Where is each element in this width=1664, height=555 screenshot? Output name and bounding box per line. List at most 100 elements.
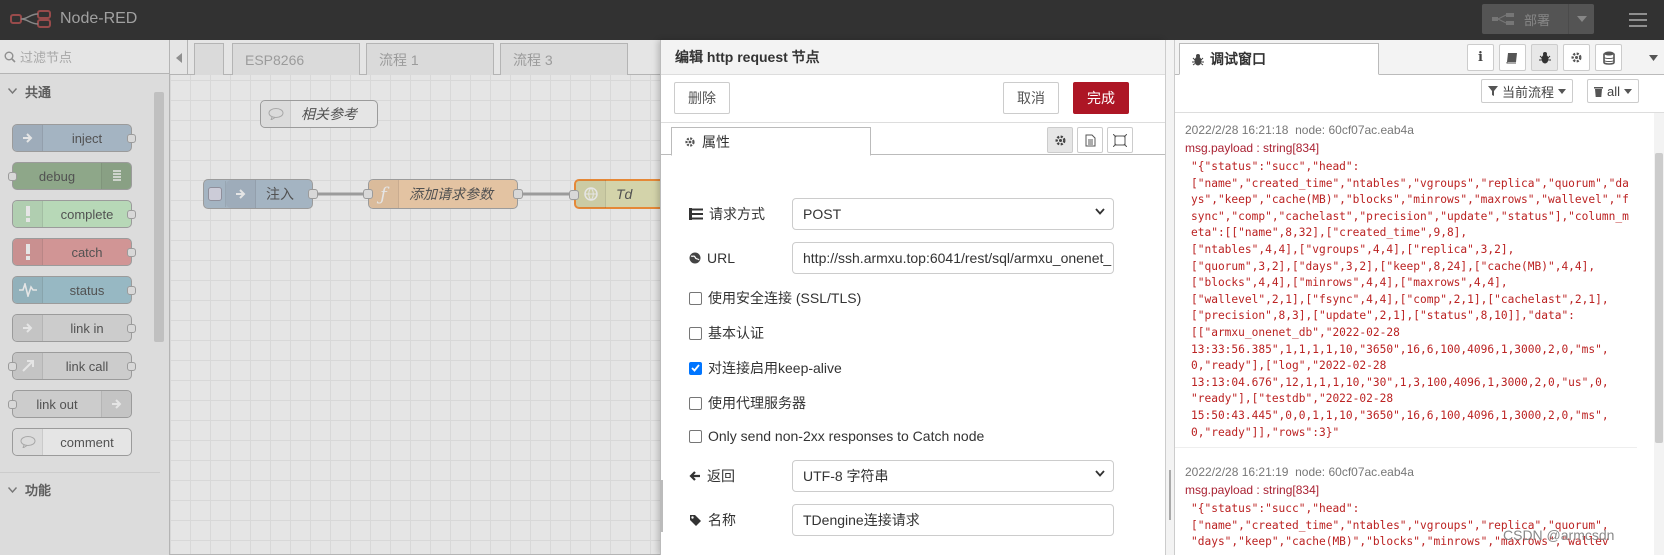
tray-resize-handle[interactable] [661,480,665,532]
cancel-button[interactable]: 取消 [1003,82,1059,114]
info-icon[interactable]: i [1467,44,1494,71]
name-input[interactable]: TDengine连接请求 [792,504,1114,536]
deploy-button[interactable]: 部署 [1482,4,1594,34]
book-icon[interactable] [1499,44,1526,71]
tls-row[interactable]: 使用安全连接 (SSL/TLS) [689,288,861,308]
return-label: 返回 [707,468,735,484]
clear-button[interactable]: all [1587,79,1640,103]
sidebar-menu-caret-icon[interactable] [1643,44,1663,71]
chevron-down-icon [8,486,17,493]
chevron-down-icon [1095,208,1105,215]
description-tab-icon[interactable] [1077,127,1103,153]
palette-category-common[interactable]: 共通 [0,74,169,108]
method-label: 请求方式 [709,206,765,222]
node-palette: 过滤节点 共通 inject debug complete catch stat… [0,40,170,555]
main-menu-icon[interactable] [1618,4,1658,36]
settings-tab-icon[interactable] [1047,127,1073,153]
proxy-checkbox[interactable] [689,396,702,410]
tag-icon [690,514,701,526]
palette-node-link-in[interactable]: link in [12,314,136,342]
palette-node-label: status [69,282,105,298]
non2xx-checkbox[interactable] [689,429,702,443]
filter-icon [1488,86,1498,96]
list-icon [101,163,131,189]
palette-node-link-call[interactable]: link call [8,352,136,380]
exclamation-icon [13,201,43,227]
palette-scrollbar[interactable] [154,92,164,342]
done-button[interactable]: 完成 [1073,82,1129,114]
watermark: CSDN @armcsdn [1503,527,1615,543]
debug-message[interactable]: 2022/2/28 16:21:18 node: 60cf07ac.eab4a … [1175,115,1637,449]
delete-button[interactable]: 删除 [674,82,730,114]
globe-icon [576,180,606,208]
debug-sidebar: 调试窗口 i 当前流程 all 2022/2/28 16:21:18 node:… [1175,40,1664,555]
debug-icon[interactable] [1531,44,1558,71]
keepalive-label: 对连接启用keep-alive [708,360,842,376]
palette-category-label: 功能 [25,483,52,498]
palette-node-status[interactable]: status [12,276,136,304]
filter-button[interactable]: 当前流程 [1481,79,1574,103]
check-icon [691,364,700,372]
palette-node-comment[interactable]: comment [12,428,132,456]
workspace-node-http-request[interactable]: Td [569,179,660,209]
deploy-label: 部署 [1524,12,1551,28]
chevron-down-icon [1095,470,1105,477]
url-label: URL [707,250,736,266]
filter-label: 当前流程 [1502,84,1555,100]
palette-category-function[interactable]: 功能 [0,472,160,506]
deploy-icon [1482,4,1524,34]
palette-node-catch[interactable]: catch [12,238,136,266]
appearance-tab-icon[interactable] [1107,127,1133,153]
workspace-node-comment[interactable]: 相关参考 [260,100,378,128]
palette-node-inject[interactable]: inject [12,124,136,152]
database-icon[interactable] [1595,44,1622,71]
flow-workspace[interactable]: ESP8266 流程 1 流程 3 相关参考 注入 ƒ 添加请求参数 Td [170,40,660,555]
palette-node-label: comment [60,434,114,450]
workspace-node-label: 添加请求参数 [409,186,493,202]
method-select[interactable]: POST [792,198,1114,230]
sidebar-splitter[interactable] [1165,40,1175,555]
tls-label: 使用安全连接 (SSL/TLS) [708,290,862,306]
link-call-icon [13,353,43,379]
workspace-node-inject[interactable]: 注入 [203,179,318,209]
palette-node-debug[interactable]: debug [8,162,132,190]
header: Node-RED 部署 [0,0,1664,40]
debug-scrollbar[interactable] [1654,113,1664,555]
proxy-row[interactable]: 使用代理服务器 [689,393,806,413]
palette-node-complete[interactable]: complete [12,200,136,228]
tls-checkbox[interactable] [689,291,702,305]
deploy-caret-icon[interactable] [1568,4,1594,34]
chevron-down-icon [1558,88,1567,94]
message-topic: msg.payload : string[834] [1185,141,1320,155]
return-select[interactable]: UTF-8 字符串 [792,460,1114,492]
message-node[interactable]: node: 60cf07ac.eab4a [1295,465,1414,479]
keepalive-row[interactable]: 对连接启用keep-alive [689,358,842,378]
message-payload[interactable]: "{"status":"succ","head": ["name","creat… [1185,159,1629,441]
gear-icon[interactable] [1563,44,1590,71]
link-out-icon [101,391,131,417]
editor-toolbar: 删除 取消 完成 [661,75,1165,123]
non2xx-row[interactable]: Only send non-2xx responses to Catch nod… [689,428,984,444]
function-icon: ƒ [369,180,399,208]
url-input[interactable]: http://ssh.armxu.top:6041/rest/sql/armxu… [792,242,1114,274]
tab-properties[interactable]: 属性 [671,127,871,156]
message-payload[interactable]: "{"status":"succ","head": ["name","creat… [1185,501,1629,551]
palette-node-label: inject [71,130,103,146]
palette-node-label: complete [60,206,114,222]
message-node[interactable]: node: 60cf07ac.eab4a [1295,123,1414,137]
basic-auth-checkbox[interactable] [689,326,702,340]
keepalive-checkbox[interactable] [689,361,702,375]
basic-auth-row[interactable]: 基本认证 [689,323,764,343]
palette-search-input[interactable]: 过滤节点 [20,47,72,66]
palette-search[interactable]: 过滤节点 [0,40,169,74]
tab-debug[interactable]: 调试窗口 [1179,43,1379,75]
comment-icon [13,429,43,455]
debug-toolbar: 当前流程 all [1175,75,1664,113]
workspace-node-function[interactable]: ƒ 添加请求参数 [363,179,523,209]
inject-button[interactable] [204,181,226,207]
basic-auth-label: 基本认证 [708,325,764,341]
clear-label: all [1607,83,1621,99]
palette-node-link-out[interactable]: link out [8,390,132,418]
message-time: 2022/2/28 16:21:19 [1185,465,1289,479]
chevron-down-icon [8,88,17,94]
